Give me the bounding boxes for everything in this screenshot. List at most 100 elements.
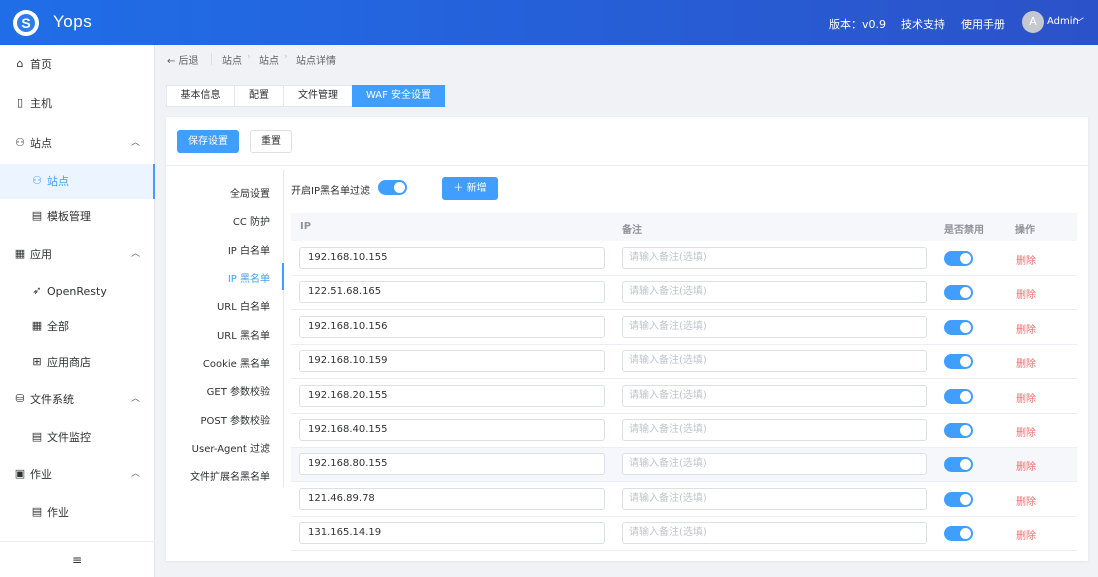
note-input[interactable]: 请输入备注(选填) [622,487,927,510]
sidebar-item-jobs[interactable]: ▤ 作业 [0,495,155,530]
tab-basic-info[interactable]: 基本信息 [166,85,235,107]
table-row: 121.46.89.78 请输入备注(选填) 删除 [291,483,1077,517]
ip-input[interactable]: 121.46.89.78 [299,487,605,510]
delete-link[interactable]: 删除 [1016,390,1036,405]
add-button[interactable]: ＋ 新增 [442,177,498,200]
delete-link[interactable]: 删除 [1016,321,1036,336]
sidebar-group-apps[interactable]: ▦ 应用 ︿ [0,237,155,272]
divider [0,541,155,542]
waf-menu-ext-blacklist[interactable]: 文件扩展名黑名单 [190,468,270,483]
server-icon: ▯ [16,96,24,109]
app-title[interactable]: Yops [53,12,92,32]
sidebar-group-jobs[interactable]: ▣ 作业 ︿ [0,457,155,492]
table-row: 192.168.10.155 请输入备注(选填) 删除 [291,242,1077,276]
table-row: 131.165.14.19 请输入备注(选填) 删除 [291,517,1077,552]
chevron-up-icon: ︿ [131,138,141,148]
note-input[interactable]: 请输入备注(选填) [622,384,927,407]
sitemap-icon: ⚇ [32,174,42,187]
delete-link[interactable]: 删除 [1016,286,1036,301]
avatar[interactable]: A [1022,11,1044,33]
table-row: 192.168.10.156 请输入备注(选填) 删除 [291,311,1077,345]
chevron-up-icon: ︿ [131,249,141,259]
delete-link[interactable]: 删除 [1016,252,1036,267]
chevron-down-icon[interactable]: ﹀ [1074,14,1084,29]
tech-support-link[interactable]: 技术支持 [901,16,945,32]
ip-input[interactable]: 122.51.68.165 [299,281,605,304]
sidebar-item-templates[interactable]: ▤ 模板管理 [0,199,155,234]
user-manual-link[interactable]: 使用手册 [961,16,1005,32]
waf-menu-post-params[interactable]: POST 参数校验 [200,412,270,427]
sidebar-item-all[interactable]: ▦ 全部 [0,309,155,344]
column-header-actions: 操作 [1015,225,1035,236]
sidebar-item-label: 全部 [47,320,69,333]
note-input[interactable]: 请输入备注(选填) [622,350,927,373]
disable-toggle-switch[interactable] [944,457,973,473]
template-icon: ▤ [31,209,43,222]
sidebar-group-site[interactable]: ⚇ 站点 ︿ [0,126,155,161]
waf-menu-user-agent[interactable]: User-Agent 过滤 [192,440,270,455]
note-input[interactable]: 请输入备注(选填) [622,315,927,338]
menu-collapse-icon[interactable]: ≡ [72,553,82,567]
disable-toggle-switch[interactable] [944,354,973,370]
ip-input[interactable]: 192.168.40.155 [299,419,605,441]
waf-menu-url-whitelist[interactable]: URL 白名单 [217,298,270,313]
ip-input[interactable]: 192.168.10.156 [299,315,605,338]
ip-input[interactable]: 192.168.10.159 [299,350,605,373]
ip-input[interactable]: 192.168.10.155 [299,247,605,269]
ip-input[interactable]: 192.168.20.155 [299,384,605,407]
save-settings-button[interactable]: 保存设置 [177,130,239,153]
file-icon: ▤ [31,430,43,443]
waf-menu-cc[interactable]: CC 防护 [233,213,270,228]
note-input[interactable]: 请输入备注(选填) [622,522,927,545]
waf-menu-ip-whitelist[interactable]: IP 白名单 [228,242,270,257]
delete-link[interactable]: 删除 [1016,527,1036,542]
breadcrumb-item[interactable]: 站点 [222,52,242,67]
tab-waf-settings[interactable]: WAF 安全设置 [352,85,445,107]
delete-link[interactable]: 删除 [1016,458,1036,473]
note-input[interactable]: 请输入备注(选填) [622,247,927,269]
disable-toggle-switch[interactable] [944,491,973,507]
waf-menu-global[interactable]: 全局设置 [230,185,270,200]
disable-toggle-switch[interactable] [944,285,973,301]
disable-toggle-switch[interactable] [944,251,973,266]
delete-link[interactable]: 删除 [1016,493,1036,508]
app-logo-icon[interactable]: S [13,10,39,36]
note-input[interactable]: 请输入备注(选填) [622,453,927,476]
divider [283,170,284,487]
sidebar-item-home[interactable]: ⌂ 首页 [0,47,155,82]
disable-toggle-switch[interactable] [944,388,973,404]
delete-link[interactable]: 删除 [1016,355,1036,370]
divider [211,53,212,65]
disable-toggle-switch[interactable] [944,319,973,335]
sidebar-item-label: 应用 [30,248,52,261]
divider [166,165,1088,166]
blacklist-toggle-label: 开启IP黑名单过滤 [291,186,370,197]
waf-menu-ip-blacklist[interactable]: IP 黑名单 [228,270,270,285]
sidebar-item-openresty[interactable]: ➶ OpenResty [0,274,155,309]
note-input[interactable]: 请输入备注(选填) [622,419,927,441]
waf-menu-cookie-blacklist[interactable]: Cookie 黑名单 [203,355,270,370]
sidebar-item-label: 站点 [30,137,52,150]
blacklist-toggle-switch[interactable] [378,180,407,195]
ip-input[interactable]: 131.165.14.19 [299,522,605,545]
sidebar: ⌂ 首页 ▯ 主机 ⚇ 站点 ︿ ⚇ 站点 ▤ 模板管理 ▦ 应用 ︿ ➶ Op… [0,45,155,577]
sidebar-group-filesystem[interactable]: ⛁ 文件系统 ︿ [0,382,155,417]
tab-config[interactable]: 配置 [234,85,284,107]
reset-button[interactable]: 重置 [250,130,292,153]
ip-input[interactable]: 192.168.80.155 [299,453,605,476]
sidebar-item-file-monitor[interactable]: ▤ 文件监控 [0,420,155,455]
sidebar-item-site[interactable]: ⚇ 站点 [0,164,155,199]
waf-menu-url-blacklist[interactable]: URL 黑名单 [217,327,270,342]
top-header: S Yops 版本：v0.9 技术支持 使用手册 A Admin ﹀ [0,0,1098,45]
tab-file-manager[interactable]: 文件管理 [283,85,353,107]
delete-link[interactable]: 删除 [1016,424,1036,439]
disable-toggle-switch[interactable] [944,423,973,438]
back-link[interactable]: ← 后退 [167,52,199,67]
disable-toggle-switch[interactable] [944,526,973,542]
sidebar-item-host[interactable]: ▯ 主机 [0,86,155,121]
waf-menu-get-params[interactable]: GET 参数校验 [207,383,270,398]
active-indicator [282,263,284,290]
sidebar-item-app-store[interactable]: ⊞ 应用商店 [0,345,155,380]
breadcrumb-item[interactable]: 站点 [259,52,279,67]
note-input[interactable]: 请输入备注(选填) [622,281,927,304]
